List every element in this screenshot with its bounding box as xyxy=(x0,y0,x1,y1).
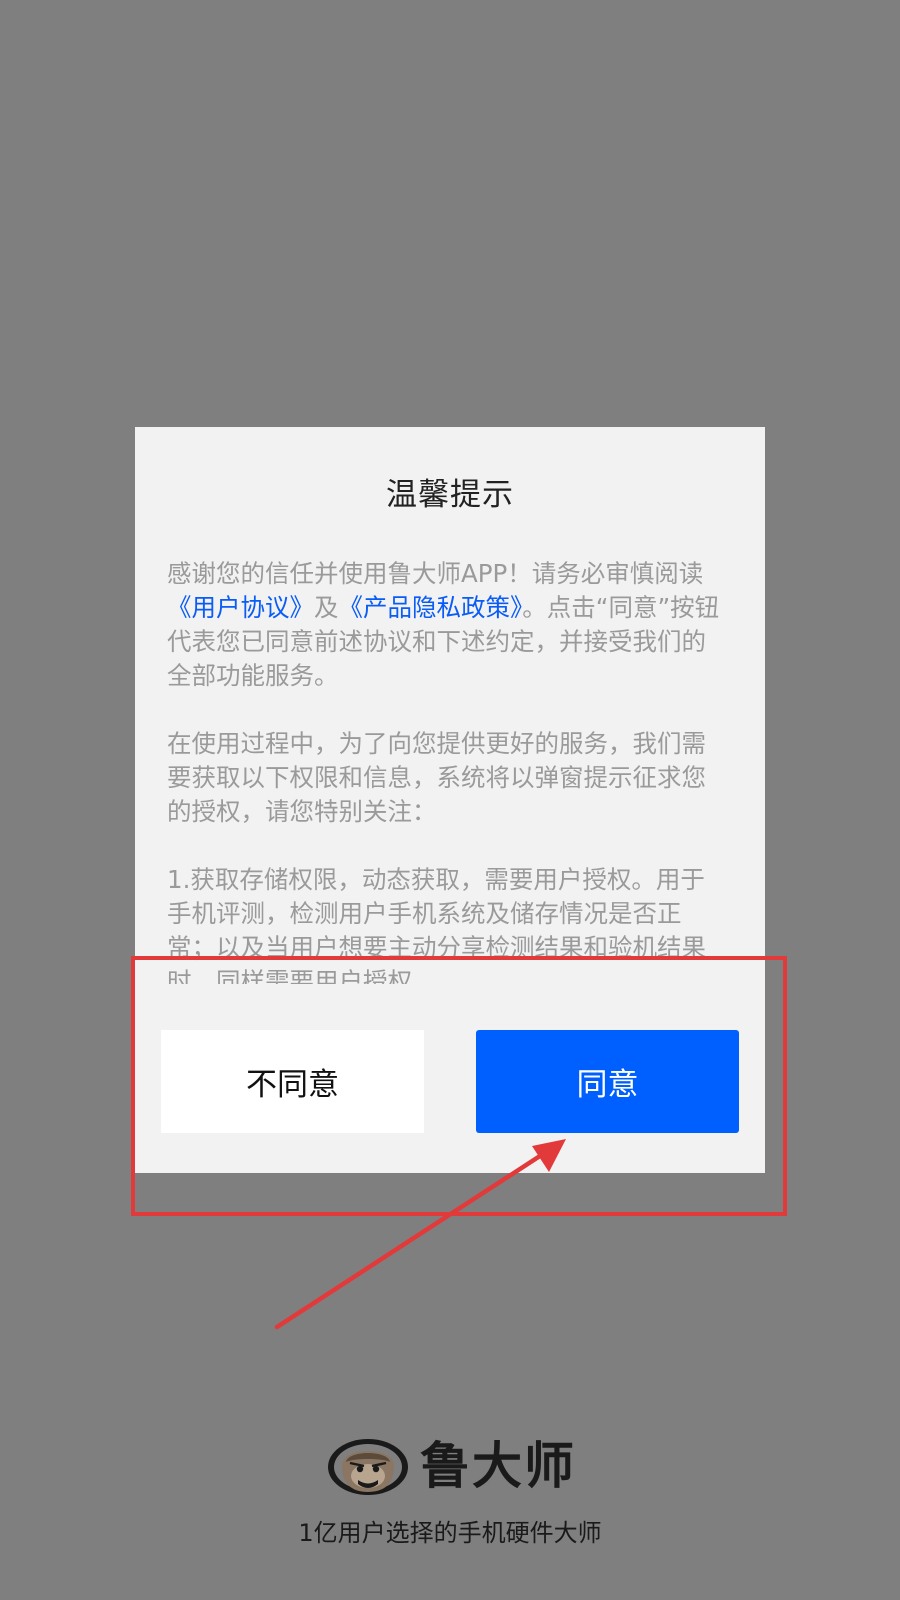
dialog-title: 温馨提示 xyxy=(386,477,514,513)
intro-text: 感谢您的信任并使用鲁大师APP！请务必审慎阅读 xyxy=(167,559,704,588)
agree-button[interactable]: 同意 xyxy=(476,1030,739,1133)
brand-slogan: 1亿用户选择的手机硬件大师 xyxy=(298,1519,602,1547)
privacy-policy-link[interactable]: 《产品隐私政策》 xyxy=(339,593,523,622)
brand-name: 鲁大师 xyxy=(420,1437,576,1495)
brand: 鲁大师 xyxy=(0,1432,900,1500)
consent-dialog: 温馨提示 感谢您的信任并使用鲁大师APP！请务必审慎阅读《用户协议》及《产品隐私… xyxy=(135,427,765,1173)
monkey-logo-icon xyxy=(328,1439,408,1495)
and-text: 及 xyxy=(314,593,339,622)
disagree-button[interactable]: 不同意 xyxy=(161,1030,424,1133)
user-agreement-link[interactable]: 《用户协议》 xyxy=(167,593,314,622)
permissions-paragraph: 在使用过程中，为了向您提供更好的服务，我们需要获取以下权限和信息，系统将以弹窗提… xyxy=(167,729,706,826)
intro-paragraph: 感谢您的信任并使用鲁大师APP！请务必审慎阅读《用户协议》及《产品隐私政策》。点… xyxy=(167,557,723,693)
storage-permission-paragraph: 1.获取存储权限，动态获取，需要用户授权。用于手机评测，检测用户手机系统及储存情… xyxy=(167,865,706,984)
dialog-body[interactable]: 感谢您的信任并使用鲁大师APP！请务必审慎阅读《用户协议》及《产品隐私政策》。点… xyxy=(167,557,723,984)
